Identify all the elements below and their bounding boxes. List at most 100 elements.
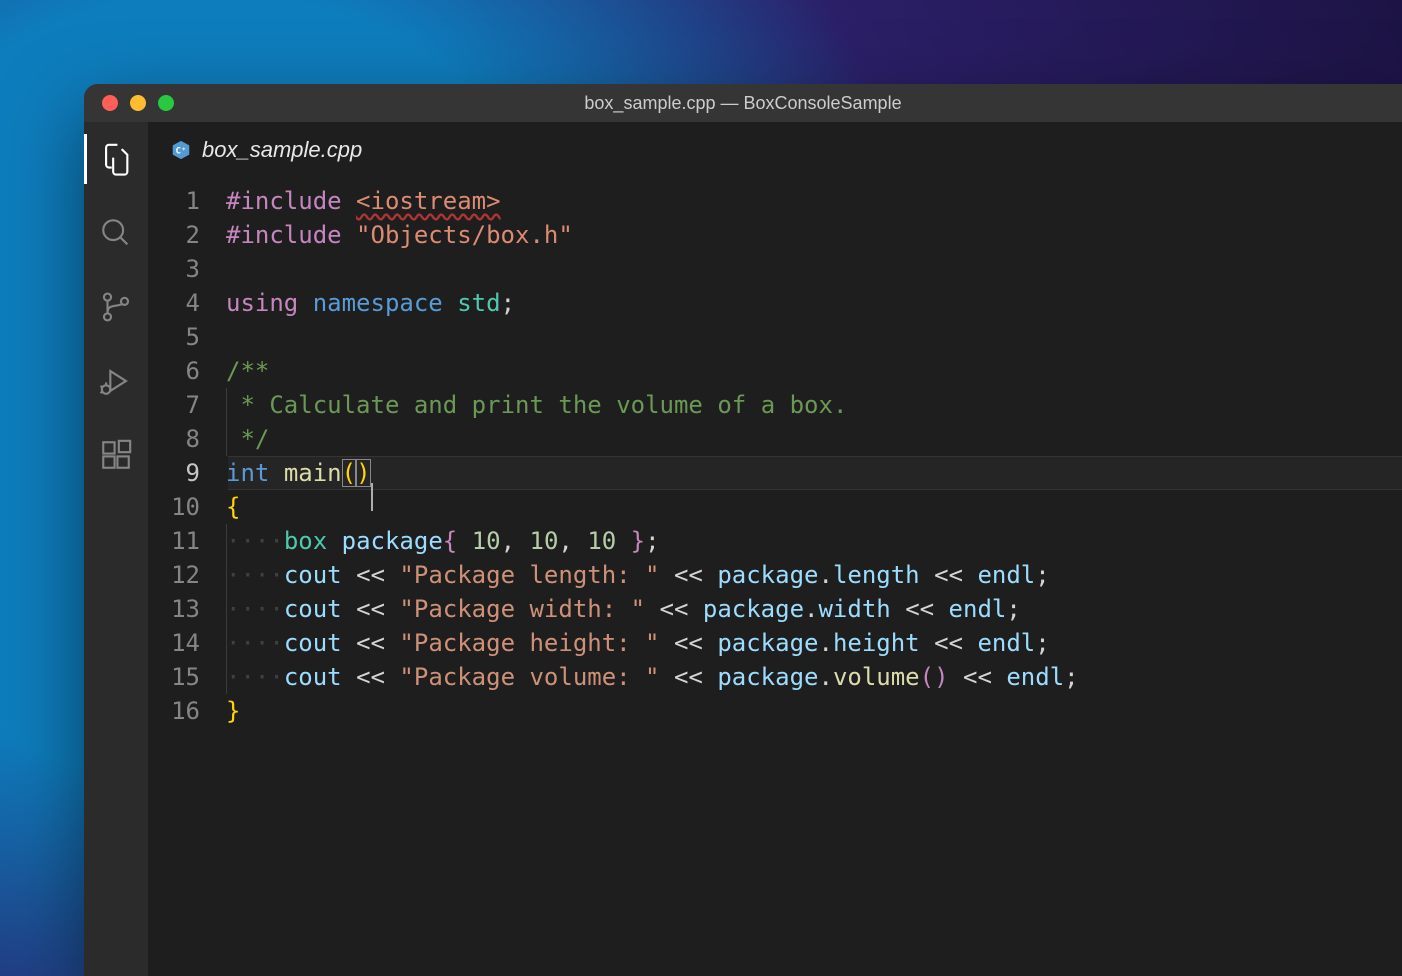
- code-content[interactable]: int main(): [226, 456, 1402, 490]
- token-punct: <<: [963, 663, 992, 691]
- token-ident: package: [703, 595, 804, 623]
- token-punct: <<: [356, 561, 385, 589]
- run-debug-icon[interactable]: [84, 364, 148, 398]
- line-number[interactable]: 13: [148, 592, 226, 626]
- token-number: 10: [472, 527, 501, 555]
- token-ws: ·: [226, 663, 240, 691]
- code-line[interactable]: 12····cout << "Package length: " << pack…: [148, 558, 1402, 592]
- code-line[interactable]: 11····box package{ 10, 10, 10 };: [148, 524, 1402, 558]
- zoom-icon[interactable]: [158, 95, 174, 111]
- token-ws: [703, 663, 717, 691]
- token-ws: [399, 391, 413, 419]
- token-ws: [457, 527, 471, 555]
- code-line[interactable]: 16}: [148, 694, 1402, 728]
- code-line[interactable]: 9int main(): [148, 456, 1402, 490]
- code-line[interactable]: 5: [148, 320, 1402, 354]
- code-content[interactable]: ····cout << "Package volume: " << packag…: [226, 660, 1402, 694]
- code-content[interactable]: }: [226, 694, 1402, 728]
- code-line[interactable]: 14····cout << "Package height: " << pack…: [148, 626, 1402, 660]
- code-line[interactable]: 2#include "Objects/box.h": [148, 218, 1402, 252]
- line-number[interactable]: 7: [148, 388, 226, 422]
- code-line[interactable]: 1#include <iostream>: [148, 184, 1402, 218]
- line-number[interactable]: 10: [148, 490, 226, 524]
- line-number[interactable]: 16: [148, 694, 226, 728]
- line-number[interactable]: 1: [148, 184, 226, 218]
- code-content[interactable]: ····cout << "Package length: " << packag…: [226, 558, 1402, 592]
- scm-icon[interactable]: [84, 290, 148, 324]
- code-content[interactable]: #include "Objects/box.h": [226, 218, 1402, 252]
- token-ws: ·: [226, 527, 240, 555]
- line-number[interactable]: 5: [148, 320, 226, 354]
- line-number[interactable]: 6: [148, 354, 226, 388]
- code-content[interactable]: using namespace std;: [226, 286, 1402, 320]
- token-comment: box.: [790, 391, 848, 419]
- line-number[interactable]: 2: [148, 218, 226, 252]
- code-content[interactable]: [226, 320, 1402, 354]
- token-ws: [891, 595, 905, 623]
- token-comment: of: [717, 391, 746, 419]
- line-number[interactable]: 15: [148, 660, 226, 694]
- token-punct: ;: [501, 289, 515, 317]
- token-brace2: {: [443, 527, 457, 555]
- line-number[interactable]: 11: [148, 524, 226, 558]
- token-type: std: [457, 289, 500, 317]
- extensions-icon[interactable]: [84, 438, 148, 472]
- code-line[interactable]: 8 */: [148, 422, 1402, 456]
- search-icon[interactable]: [84, 216, 148, 250]
- token-punct: ;: [1035, 561, 1049, 589]
- code-content[interactable]: /**: [226, 354, 1402, 388]
- token-string: "Package height: ": [399, 629, 659, 657]
- code-content[interactable]: ····box package{ 10, 10, 10 };: [226, 524, 1402, 558]
- line-number[interactable]: 3: [148, 252, 226, 286]
- token-comment: */: [240, 425, 269, 453]
- code-content[interactable]: */: [226, 422, 1402, 456]
- token-ident: endl: [977, 561, 1035, 589]
- code-content[interactable]: ····cout << "Package height: " << packag…: [226, 626, 1402, 660]
- titlebar[interactable]: box_sample.cpp — BoxConsoleSample: [84, 84, 1402, 122]
- token-punct: .: [818, 663, 832, 691]
- token-punct: <<: [660, 595, 689, 623]
- line-number[interactable]: 14: [148, 626, 226, 660]
- editor-area: C⁺ box_sample.cpp 1#include <iostream>2#…: [148, 122, 1402, 976]
- token-ws: [385, 629, 399, 657]
- token-ws: [385, 663, 399, 691]
- close-icon[interactable]: [102, 95, 118, 111]
- token-ws: ···: [240, 629, 283, 657]
- code-line[interactable]: 13····cout << "Package width: " << packa…: [148, 592, 1402, 626]
- token-ws: [342, 561, 356, 589]
- minimize-icon[interactable]: [130, 95, 146, 111]
- token-ws: [342, 595, 356, 623]
- token-punct: <<: [674, 629, 703, 657]
- line-number[interactable]: 4: [148, 286, 226, 320]
- token-ws: ···: [240, 561, 283, 589]
- code-editor[interactable]: 1#include <iostream>2#include "Objects/b…: [148, 178, 1402, 976]
- explorer-icon[interactable]: [84, 142, 148, 176]
- line-number[interactable]: 8: [148, 422, 226, 456]
- tab-label[interactable]: box_sample.cpp: [202, 137, 362, 163]
- code-line[interactable]: 10{: [148, 490, 1402, 524]
- code-line[interactable]: 6/**: [148, 354, 1402, 388]
- code-content[interactable]: [226, 252, 1402, 286]
- code-content[interactable]: #include <iostream>: [226, 184, 1402, 218]
- token-ident: cout: [284, 663, 342, 691]
- code-line[interactable]: 15····cout << "Package volume: " << pack…: [148, 660, 1402, 694]
- token-ws: [342, 187, 356, 215]
- token-comment: the: [558, 391, 601, 419]
- line-number[interactable]: 12: [148, 558, 226, 592]
- code-line[interactable]: 3: [148, 252, 1402, 286]
- token-ws: [992, 663, 1006, 691]
- code-content[interactable]: ····cout << "Package width: " << package…: [226, 592, 1402, 626]
- code-line[interactable]: 7 * Calculate and print the volume of a …: [148, 388, 1402, 422]
- token-ws: [255, 391, 269, 419]
- token-comment: a: [761, 391, 775, 419]
- token-ws: [949, 663, 963, 691]
- code-content[interactable]: {: [226, 490, 1402, 524]
- token-comment: /**: [226, 357, 269, 385]
- token-ws: [269, 459, 283, 487]
- token-ws: [385, 561, 399, 589]
- code-content[interactable]: * Calculate and print the volume of a bo…: [226, 388, 1402, 422]
- token-comment: Calculate: [269, 391, 399, 419]
- code-line[interactable]: 4using namespace std;: [148, 286, 1402, 320]
- token-punct: ;: [1006, 595, 1020, 623]
- line-number[interactable]: 9: [148, 456, 226, 490]
